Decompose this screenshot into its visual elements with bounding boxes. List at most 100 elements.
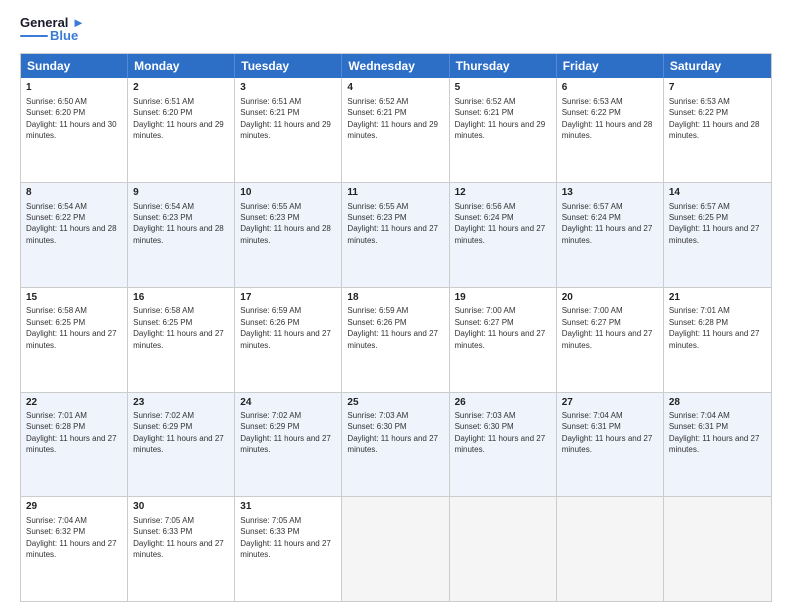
calendar-cell: 21Sunrise: 7:01 AMSunset: 6:28 PMDayligh…	[664, 288, 771, 392]
calendar-cell: 28Sunrise: 7:04 AMSunset: 6:31 PMDayligh…	[664, 393, 771, 497]
calendar-cell: 25Sunrise: 7:03 AMSunset: 6:30 PMDayligh…	[342, 393, 449, 497]
cell-info: Sunrise: 7:01 AMSunset: 6:28 PMDaylight:…	[26, 411, 117, 454]
cell-info: Sunrise: 7:03 AMSunset: 6:30 PMDaylight:…	[347, 411, 438, 454]
day-number: 20	[562, 291, 658, 305]
cell-info: Sunrise: 7:03 AMSunset: 6:30 PMDaylight:…	[455, 411, 546, 454]
calendar-cell: 1 Sunrise: 6:50 AMSunset: 6:20 PMDaylight…	[21, 78, 128, 182]
day-number: 13	[562, 186, 658, 200]
calendar-row: 15Sunrise: 6:58 AMSunset: 6:25 PMDayligh…	[21, 287, 771, 392]
cell-info: Sunrise: 6:53 AMSunset: 6:22 PMDaylight:…	[562, 97, 653, 140]
calendar-cell: 31 Sunrise: 7:05 AMSunset: 6:33 PMDayligh…	[235, 497, 342, 601]
day-number: 26	[455, 396, 551, 410]
cell-info: Sunrise: 7:02 AMSunset: 6:29 PMDaylight:…	[240, 411, 331, 454]
cell-info: Sunrise: 6:54 AMSunset: 6:22 PMDaylight:…	[26, 202, 117, 245]
day-number: 10	[240, 186, 336, 200]
calendar-row: 29 Sunrise: 7:04 AMSunset: 6:32 PMDayligh…	[21, 496, 771, 601]
day-number: 3	[240, 81, 336, 95]
calendar-cell	[664, 497, 771, 601]
cell-info: Sunrise: 7:00 AMSunset: 6:27 PMDaylight:…	[562, 306, 653, 349]
cal-header-day: Wednesday	[342, 54, 449, 78]
day-number: 29	[26, 500, 122, 514]
logo-line	[20, 35, 48, 37]
calendar-row: 22Sunrise: 7:01 AMSunset: 6:28 PMDayligh…	[21, 392, 771, 497]
calendar-cell: 30 Sunrise: 7:05 AMSunset: 6:33 PMDayligh…	[128, 497, 235, 601]
cell-info: Sunrise: 6:58 AMSunset: 6:25 PMDaylight:…	[26, 306, 117, 349]
calendar-cell	[450, 497, 557, 601]
day-number: 8	[26, 186, 122, 200]
day-number: 5	[455, 81, 551, 95]
day-number: 7	[669, 81, 766, 95]
day-number: 31	[240, 500, 336, 514]
calendar-body: 1 Sunrise: 6:50 AMSunset: 6:20 PMDaylight…	[21, 78, 771, 601]
cell-info: Sunrise: 6:59 AMSunset: 6:26 PMDaylight:…	[240, 306, 331, 349]
cell-info: Sunrise: 7:05 AMSunset: 6:33 PMDaylight:…	[240, 516, 331, 559]
day-number: 23	[133, 396, 229, 410]
logo-text-blue: Blue	[50, 28, 78, 43]
day-number: 1	[26, 81, 122, 95]
calendar-cell: 20Sunrise: 7:00 AMSunset: 6:27 PMDayligh…	[557, 288, 664, 392]
day-number: 11	[347, 186, 443, 200]
cell-info: Sunrise: 6:51 AMSunset: 6:20 PMDaylight:…	[133, 97, 224, 140]
day-number: 15	[26, 291, 122, 305]
calendar-cell: 24Sunrise: 7:02 AMSunset: 6:29 PMDayligh…	[235, 393, 342, 497]
cal-header-day: Thursday	[450, 54, 557, 78]
calendar-cell	[557, 497, 664, 601]
header: General ► Blue	[20, 16, 772, 43]
cell-info: Sunrise: 7:02 AMSunset: 6:29 PMDaylight:…	[133, 411, 224, 454]
day-number: 9	[133, 186, 229, 200]
calendar-cell	[342, 497, 449, 601]
cal-header-day: Friday	[557, 54, 664, 78]
cal-header-day: Monday	[128, 54, 235, 78]
cell-info: Sunrise: 6:57 AMSunset: 6:25 PMDaylight:…	[669, 202, 760, 245]
calendar-row: 1 Sunrise: 6:50 AMSunset: 6:20 PMDaylight…	[21, 78, 771, 182]
calendar-cell: 11 Sunrise: 6:55 AMSunset: 6:23 PMDayligh…	[342, 183, 449, 287]
cell-info: Sunrise: 6:50 AMSunset: 6:20 PMDaylight:…	[26, 97, 117, 140]
calendar-cell: 29 Sunrise: 7:04 AMSunset: 6:32 PMDayligh…	[21, 497, 128, 601]
day-number: 27	[562, 396, 658, 410]
cell-info: Sunrise: 7:04 AMSunset: 6:31 PMDaylight:…	[669, 411, 760, 454]
calendar-cell: 19Sunrise: 7:00 AMSunset: 6:27 PMDayligh…	[450, 288, 557, 392]
calendar-cell: 10Sunrise: 6:55 AMSunset: 6:23 PMDayligh…	[235, 183, 342, 287]
calendar-cell: 3Sunrise: 6:51 AMSunset: 6:21 PMDaylight…	[235, 78, 342, 182]
day-number: 19	[455, 291, 551, 305]
day-number: 22	[26, 396, 122, 410]
cal-header-day: Tuesday	[235, 54, 342, 78]
calendar-cell: 23Sunrise: 7:02 AMSunset: 6:29 PMDayligh…	[128, 393, 235, 497]
calendar-cell: 12Sunrise: 6:56 AMSunset: 6:24 PMDayligh…	[450, 183, 557, 287]
calendar-cell: 2 Sunrise: 6:51 AMSunset: 6:20 PMDaylight…	[128, 78, 235, 182]
cell-info: Sunrise: 7:04 AMSunset: 6:32 PMDaylight:…	[26, 516, 117, 559]
calendar-cell: 18Sunrise: 6:59 AMSunset: 6:26 PMDayligh…	[342, 288, 449, 392]
calendar-cell: 22Sunrise: 7:01 AMSunset: 6:28 PMDayligh…	[21, 393, 128, 497]
cell-info: Sunrise: 7:05 AMSunset: 6:33 PMDaylight:…	[133, 516, 224, 559]
cell-info: Sunrise: 7:04 AMSunset: 6:31 PMDaylight:…	[562, 411, 653, 454]
day-number: 14	[669, 186, 766, 200]
calendar-cell: 15Sunrise: 6:58 AMSunset: 6:25 PMDayligh…	[21, 288, 128, 392]
calendar-cell: 6 Sunrise: 6:53 AMSunset: 6:22 PMDaylight…	[557, 78, 664, 182]
cell-info: Sunrise: 6:52 AMSunset: 6:21 PMDaylight:…	[347, 97, 438, 140]
logo: General ► Blue	[20, 16, 85, 43]
calendar-cell: 4 Sunrise: 6:52 AMSunset: 6:21 PMDaylight…	[342, 78, 449, 182]
day-number: 6	[562, 81, 658, 95]
calendar-cell: 9Sunrise: 6:54 AMSunset: 6:23 PMDaylight…	[128, 183, 235, 287]
cell-info: Sunrise: 6:57 AMSunset: 6:24 PMDaylight:…	[562, 202, 653, 245]
day-number: 2	[133, 81, 229, 95]
cell-info: Sunrise: 6:52 AMSunset: 6:21 PMDaylight:…	[455, 97, 546, 140]
cell-info: Sunrise: 6:53 AMSunset: 6:22 PMDaylight:…	[669, 97, 760, 140]
cell-info: Sunrise: 6:58 AMSunset: 6:25 PMDaylight:…	[133, 306, 224, 349]
cal-header-day: Sunday	[21, 54, 128, 78]
day-number: 12	[455, 186, 551, 200]
calendar-cell: 26Sunrise: 7:03 AMSunset: 6:30 PMDayligh…	[450, 393, 557, 497]
calendar-cell: 7 Sunrise: 6:53 AMSunset: 6:22 PMDaylight…	[664, 78, 771, 182]
day-number: 4	[347, 81, 443, 95]
cell-info: Sunrise: 6:59 AMSunset: 6:26 PMDaylight:…	[347, 306, 438, 349]
day-number: 17	[240, 291, 336, 305]
cell-info: Sunrise: 7:00 AMSunset: 6:27 PMDaylight:…	[455, 306, 546, 349]
calendar-cell: 16Sunrise: 6:58 AMSunset: 6:25 PMDayligh…	[128, 288, 235, 392]
day-number: 30	[133, 500, 229, 514]
calendar-cell: 17Sunrise: 6:59 AMSunset: 6:26 PMDayligh…	[235, 288, 342, 392]
cell-info: Sunrise: 6:55 AMSunset: 6:23 PMDaylight:…	[347, 202, 438, 245]
day-number: 28	[669, 396, 766, 410]
cal-header-day: Saturday	[664, 54, 771, 78]
calendar-cell: 27Sunrise: 7:04 AMSunset: 6:31 PMDayligh…	[557, 393, 664, 497]
page: General ► Blue SundayMondayTuesdayWednes…	[0, 0, 792, 612]
